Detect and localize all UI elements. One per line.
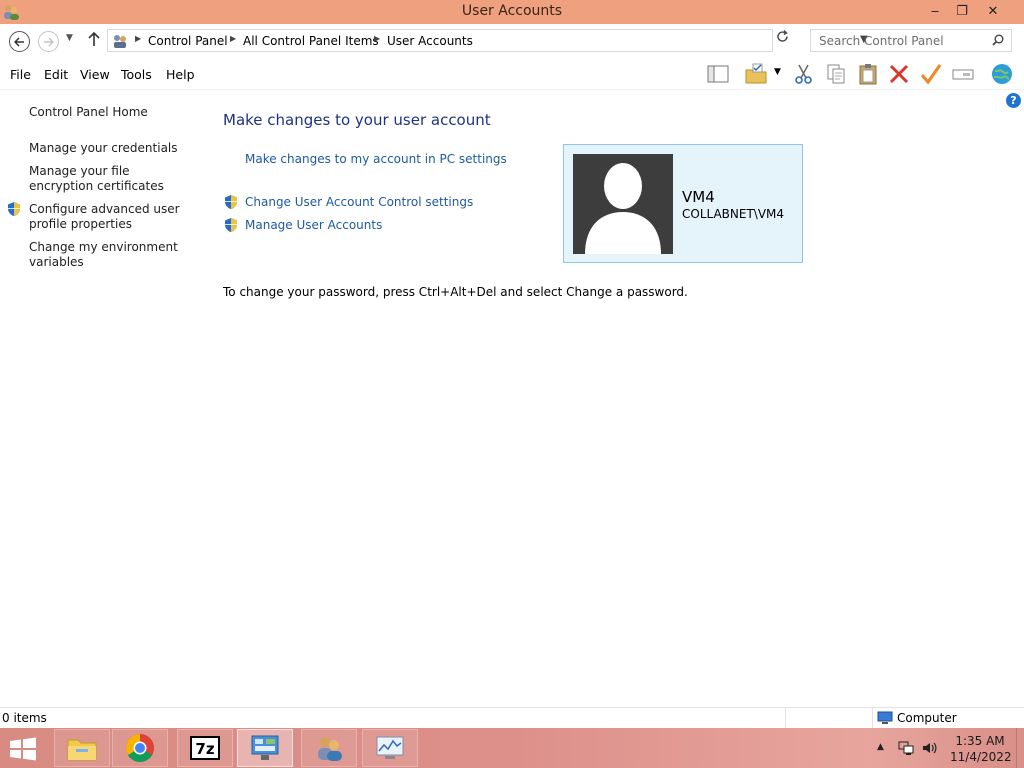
environment-variables-link[interactable]: Change my environment variables [29,240,179,270]
cut-icon[interactable] [792,62,816,86]
file-explorer-icon [67,739,97,761]
taskbar-7zip[interactable]: 7z [177,729,233,767]
taskbar-user-accounts[interactable] [301,729,357,767]
close-button[interactable]: ✕ [978,0,1008,22]
show-hidden-icons-button[interactable]: ▲ [877,742,884,752]
menu-edit[interactable]: Edit [44,67,68,82]
password-note: To change your password, press Ctrl+Alt+… [223,285,688,299]
uac-shield-icon [225,195,237,209]
manage-credentials-link[interactable]: Manage your credentials [29,141,204,156]
paste-icon[interactable] [856,62,880,86]
control-panel-icon [251,735,279,760]
user-silhouette-icon [585,163,661,254]
location-label: Computer [897,711,957,725]
taskbar-performance-monitor[interactable] [362,729,418,767]
checkmark-icon[interactable] [919,62,943,86]
breadcrumb-user-accounts[interactable]: User Accounts [387,34,473,48]
up-button[interactable] [88,31,100,51]
pc-settings-link[interactable]: Make changes to my account in PC setting… [245,152,507,166]
manage-encryption-certificates-link[interactable]: Manage your file encryption certificates [29,164,189,194]
refresh-icon [777,30,788,42]
search-icon[interactable] [992,34,1004,46]
address-bar[interactable]: ▶ Control Panel ▶ All Control Panel Item… [107,29,868,52]
copy-icon[interactable] [824,62,848,86]
chrome-icon [126,734,154,762]
taskbar-file-explorer[interactable] [54,729,110,767]
folder-check-icon[interactable] [744,62,768,86]
delete-icon[interactable] [887,62,911,86]
forward-button[interactable] [38,31,59,52]
layout-icon[interactable] [706,62,730,86]
volume-icon[interactable] [921,740,937,756]
user-account-card: VM4 COLLABNET\VM4 [563,144,803,263]
breadcrumb-all-items[interactable]: All Control Panel Items [243,34,379,48]
search-input[interactable] [811,30,989,51]
user-accounts-icon [318,737,342,761]
status-bar: 0 items Computer [0,707,1024,728]
arrow-up-icon [88,31,100,46]
address-row: ▼ ▶ Control Panel ▶ All Control Panel It… [0,24,1024,58]
breadcrumb-separator[interactable]: ▶ [230,34,236,43]
menu-view[interactable]: View [80,67,110,82]
show-desktop-button[interactable] [1016,728,1024,768]
computer-icon [877,711,893,724]
breadcrumb-separator[interactable]: ▶ [135,34,141,43]
rename-icon[interactable] [951,62,975,86]
user-name: VM4 [682,188,715,206]
taskbar: 7z ▲ 1:35 AM 11/4/2022 [0,728,1024,768]
menu-bar: File Edit View Tools Help ▼ [0,58,1024,90]
page-title: Make changes to your user account [223,111,491,129]
menu-help[interactable]: Help [166,67,195,82]
network-icon[interactable] [898,740,914,756]
globe-icon[interactable] [990,62,1014,86]
manage-user-accounts-link[interactable]: Manage User Accounts [245,218,382,232]
menu-tools[interactable]: Tools [121,67,152,82]
clock-time[interactable]: 1:35 AM [950,734,1010,748]
status-divider [785,708,786,728]
menu-file[interactable]: File [10,67,31,82]
recent-locations-dropdown[interactable]: ▼ [66,33,73,43]
windows-logo-icon[interactable] [6,736,40,762]
performance-monitor-icon [376,736,404,759]
user-domain: COLLABNET\VM4 [682,207,785,221]
avatar [573,154,673,254]
window-title: User Accounts [461,3,563,19]
chevron-down-icon[interactable]: ▼ [774,67,786,91]
item-count: 0 items [2,711,47,725]
advanced-profile-properties-link[interactable]: Configure advanced user profile properti… [29,202,189,232]
7zip-icon: 7z [190,736,220,760]
uac-settings-link[interactable]: Change User Account Control settings [245,195,473,209]
arrow-right-icon [44,36,54,47]
taskbar-control-panel[interactable] [237,729,293,767]
breadcrumb-control-panel[interactable]: Control Panel [148,34,228,48]
svg-text:7z: 7z [195,740,214,758]
back-button[interactable] [9,31,30,52]
title-bar: User Accounts ‒ ❐ ✕ [0,0,1024,24]
arrow-left-icon [14,36,24,47]
uac-shield-icon [225,218,237,232]
taskbar-chrome[interactable] [112,729,168,767]
maximize-button[interactable]: ❐ [947,0,977,22]
search-box [810,29,1012,52]
clock-date[interactable]: 11/4/2022 [950,750,1012,764]
minimize-button[interactable]: ‒ [920,0,950,22]
help-icon[interactable]: ? [1006,93,1021,108]
control-panel-icon [114,35,126,48]
status-divider [872,708,873,728]
refresh-button[interactable] [776,30,789,47]
control-panel-home-link[interactable]: Control Panel Home [29,105,204,120]
breadcrumb-separator[interactable]: ▶ [374,34,380,43]
uac-shield-icon [8,202,20,216]
